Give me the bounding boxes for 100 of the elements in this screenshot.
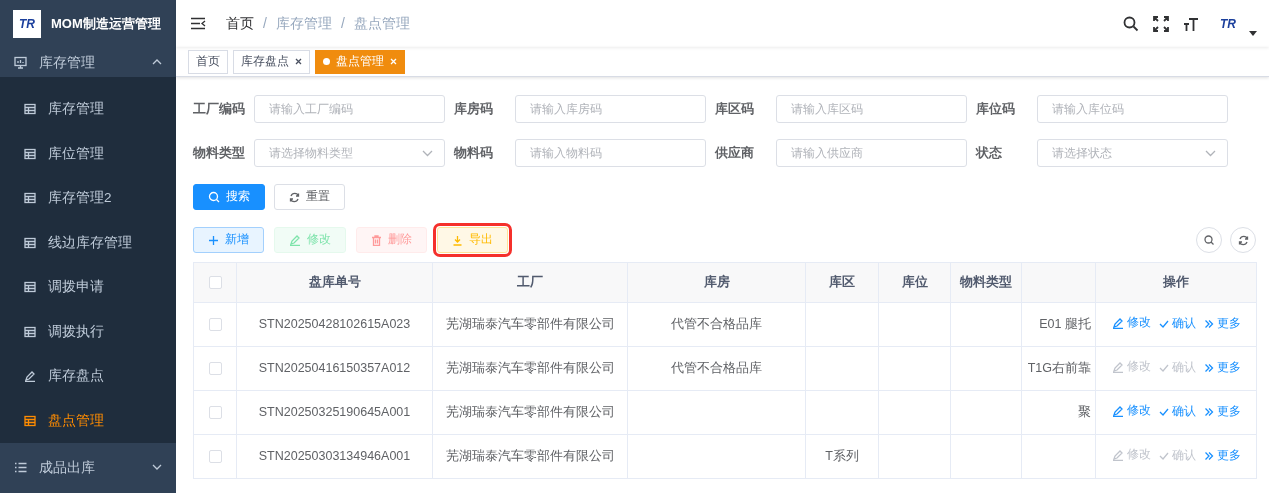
download-icon [452,234,463,246]
field-label: 库位码 [976,100,1016,119]
table-cell: STN20250416150357A012 [236,346,433,391]
field-label: 状态 [976,144,1003,163]
menu-item[interactable]: 库存盘点 [0,354,176,399]
tab[interactable]: 盘点管理 [315,49,405,74]
menu-item[interactable]: 库存管理 [0,87,176,132]
check-icon [1158,406,1169,417]
pencil-icon [1111,404,1124,417]
edit-link[interactable]: 修改 [1111,314,1151,332]
edit-link[interactable]: 修改 [1111,402,1151,420]
select-all-checkbox[interactable] [208,276,222,290]
more-link[interactable]: 更多 [1203,359,1241,377]
add-button[interactable]: 新增 [193,227,264,253]
table-cell: STN20250325190645A001 [236,390,433,435]
refresh-icon [289,191,300,203]
confirm-link[interactable]: 确认 [1158,403,1196,421]
breadcrumb-separator: / [263,14,267,33]
table-icon [24,325,36,338]
field-label: 供应商 [715,144,755,163]
menu-item[interactable]: 库存管理 [0,47,176,77]
column-header: 操作 [1095,262,1257,303]
menu-item[interactable]: 调拨执行 [0,309,176,354]
menu-item[interactable]: 线边库存管理 [0,220,176,265]
pencil-icon [1111,360,1124,373]
chevron-down-icon [152,464,162,470]
more-link[interactable]: 更多 [1203,447,1241,465]
double-chevron-icon [1203,450,1214,461]
menu-item[interactable]: 调拨申请 [0,265,176,310]
more-link[interactable]: 更多 [1203,315,1241,333]
pencil-icon [1111,316,1124,329]
chevron-down-icon [1205,150,1216,157]
check-icon [1158,362,1169,373]
search-toggle-button[interactable] [1196,227,1222,253]
select-field[interactable]: 请选择物料类型 [254,139,445,167]
dot-icon [323,58,330,65]
breadcrumb-item[interactable]: 首页 [226,13,254,34]
tab[interactable]: 首页 [188,49,228,74]
table-icon [24,236,36,249]
tab[interactable]: 库存盘点 [233,49,310,74]
table-cell: 芜湖瑞泰汽车零部件有限公司 [432,390,628,435]
fullscreen-icon[interactable] [1153,15,1169,32]
row-checkbox[interactable] [208,406,222,420]
table-cell: STN20250428102615A023 [236,302,433,347]
field-label: 库区码 [715,100,755,119]
table-cell: 代管不合格品库 [627,346,806,391]
menu-item[interactable]: 库位管理 [0,131,176,176]
menu-item[interactable]: 库存管理2 [0,176,176,221]
search-icon [208,191,220,203]
input-field[interactable]: 请输入库区码 [776,95,967,123]
column-header: 库房 [627,262,806,303]
breadcrumb-separator: / [340,14,345,33]
table-cell: E01 腿托 [1021,302,1096,347]
select-field[interactable]: 请选择状态 [1037,139,1228,167]
table-icon [24,414,36,427]
menu-item[interactable]: 成品出库 [0,443,176,491]
reset-button[interactable]: 重置 [274,184,345,210]
monitor-icon [14,55,27,69]
close-icon[interactable] [295,58,302,65]
chevron-up-icon [152,59,162,65]
field-label: 工厂编码 [193,100,246,119]
table-icon [24,192,36,205]
pencil-icon [1111,448,1124,461]
collapse-menu-icon [190,17,206,30]
input-field[interactable]: 请输入库房码 [515,95,706,123]
double-chevron-icon [1203,362,1214,373]
table-cell [950,302,1022,347]
column-header: 库区 [805,262,879,303]
search-button[interactable]: 搜索 [193,184,265,210]
font-size-icon[interactable] [1183,15,1199,32]
refresh-button[interactable] [1230,227,1256,253]
row-checkbox[interactable] [208,450,222,464]
confirm-link[interactable]: 确认 [1158,315,1196,333]
table-cell: 聚 [1021,390,1096,435]
refresh-icon [1237,234,1249,246]
table-icon [24,103,36,116]
table-cell [950,390,1022,435]
table-cell [950,434,1022,479]
row-checkbox[interactable] [208,318,222,332]
input-field[interactable]: 请输入工厂编码 [254,95,445,123]
check-icon [1158,318,1169,329]
input-field[interactable]: 请输入物料码 [515,139,706,167]
trash-icon [371,234,382,246]
double-chevron-icon [1203,406,1214,417]
table-cell: 芜湖瑞泰汽车零部件有限公司 [432,302,628,347]
more-link[interactable]: 更多 [1203,403,1241,421]
logo: TR [13,9,41,38]
table-cell [950,346,1022,391]
row-checkbox[interactable] [208,362,222,376]
menu-item[interactable]: 盘点管理 [0,398,176,443]
breadcrumb-item[interactable]: 库存管理 [275,13,332,34]
search-icon[interactable] [1123,15,1139,32]
table-icon [24,281,36,294]
pencil-icon [24,370,36,383]
chevron-down-icon [422,150,433,157]
input-field[interactable]: 请输入供应商 [776,139,967,167]
check-icon [1158,450,1169,461]
input-field[interactable]: 请输入库位码 [1037,95,1228,123]
table-cell: STN20250303134946A001 [236,434,433,479]
list-icon [14,460,27,474]
